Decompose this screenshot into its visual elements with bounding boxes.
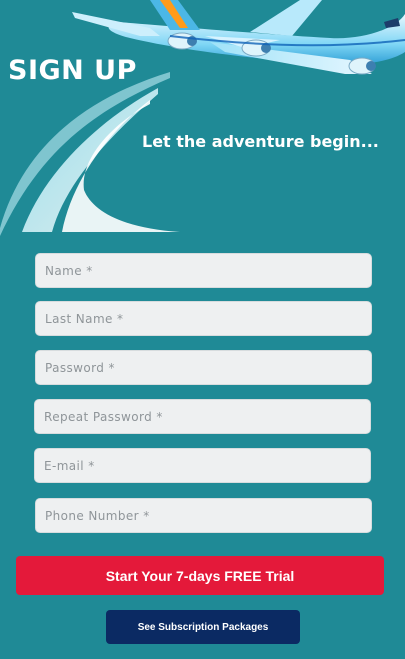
see-subscription-packages-button[interactable]: See Subscription Packages [106,610,300,644]
start-free-trial-button[interactable]: Start Your 7-days FREE Trial [16,556,384,595]
hero-graphic [0,0,405,236]
tagline: Let the adventure begin... [142,132,379,151]
phone-number-field[interactable] [35,498,372,533]
swoosh-graphic [0,72,180,236]
page-title: SIGN UP [8,55,137,86]
name-field[interactable] [35,253,372,288]
repeat-password-field[interactable] [34,399,371,434]
password-field[interactable] [35,350,372,385]
last-name-field[interactable] [35,301,372,336]
email-field[interactable] [34,448,371,483]
